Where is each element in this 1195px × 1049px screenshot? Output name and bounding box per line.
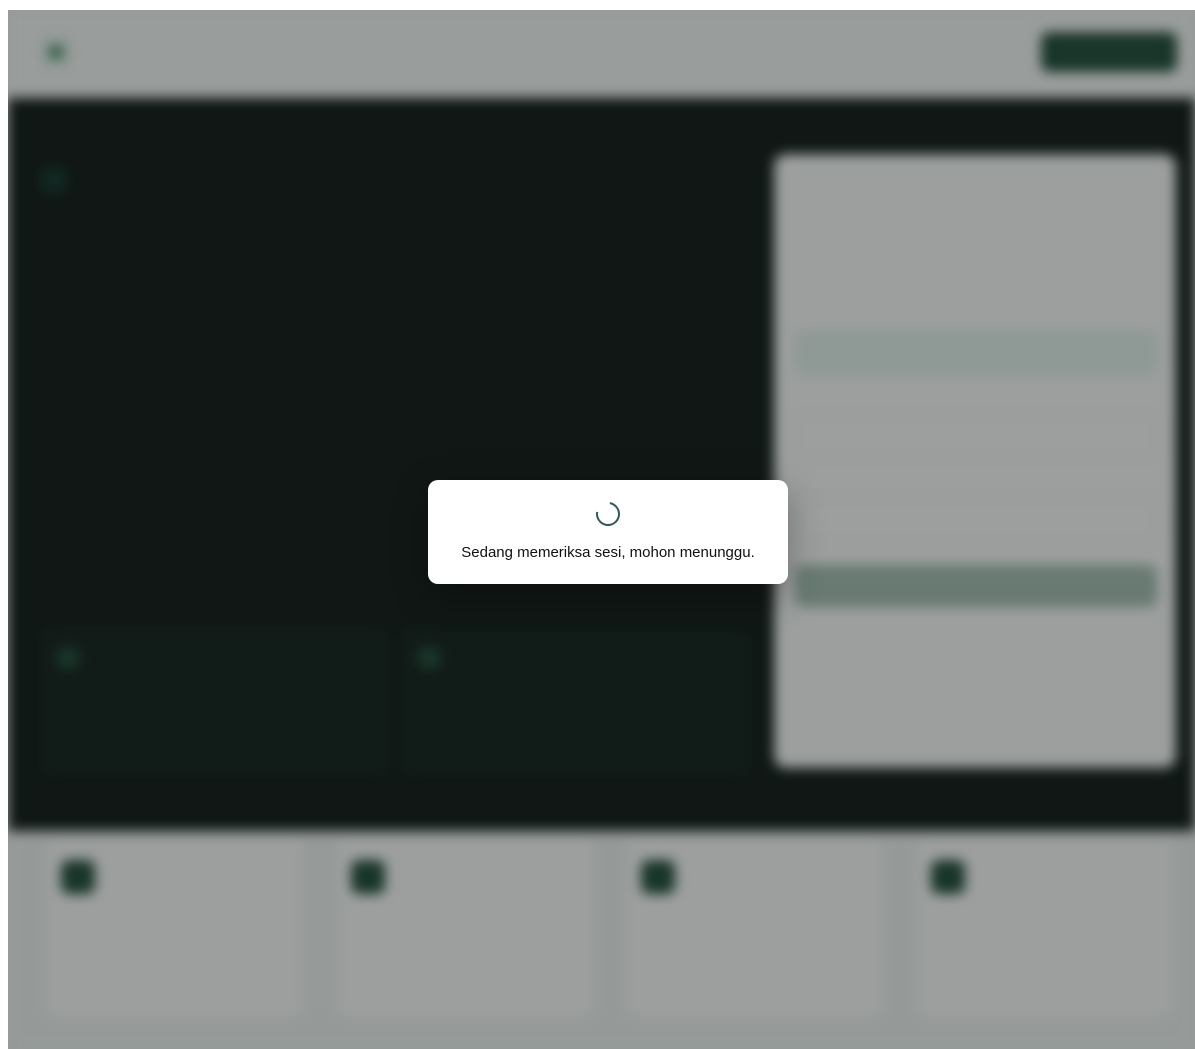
dialog-message: Sedang memeriksa sesi, mohon menunggu. [461, 544, 755, 561]
session-check-dialog: Sedang memeriksa sesi, mohon menunggu. [428, 480, 788, 584]
spinner-icon [591, 497, 625, 531]
